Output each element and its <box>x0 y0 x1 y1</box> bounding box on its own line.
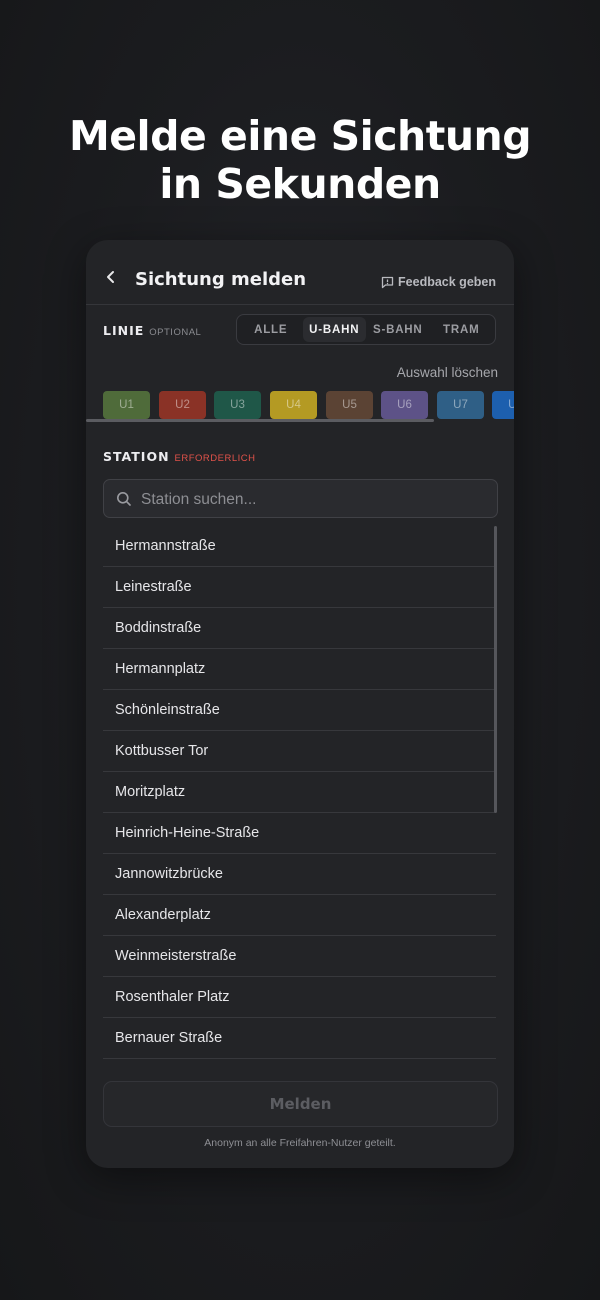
station-list: Hermannstraße Leinestraße Boddinstraße H… <box>103 526 496 1059</box>
station-required-hint: ERFORDERLICH <box>174 453 256 464</box>
tab-tram[interactable]: TRAM <box>430 317 494 342</box>
station-item[interactable]: Kottbusser Tor <box>103 731 496 772</box>
line-chip-u2[interactable]: U2 <box>159 391 206 419</box>
feedback-label: Feedback geben <box>398 275 496 289</box>
submit-report-button[interactable]: Melden <box>103 1081 498 1127</box>
station-item[interactable]: Rosenthaler Platz <box>103 977 496 1018</box>
station-item[interactable]: Schönleinstraße <box>103 690 496 731</box>
station-section-label: STATION ERFORDERLICH <box>103 449 255 464</box>
station-label: STATION <box>103 449 170 464</box>
station-item[interactable]: Weinmeisterstraße <box>103 936 496 977</box>
headline-line-1: Melde eine Sichtung <box>68 112 532 160</box>
station-search-input[interactable] <box>139 480 483 519</box>
transport-filter: ALLE U-BAHN S-BAHN TRAM <box>236 314 496 345</box>
station-item[interactable]: Heinrich-Heine-Straße <box>103 813 496 854</box>
station-item[interactable]: Hermannplatz <box>103 649 496 690</box>
tab-s-bahn[interactable]: S-BAHN <box>366 317 430 342</box>
line-chip-u8[interactable]: U8 <box>492 391 514 419</box>
station-search-box <box>103 479 498 519</box>
report-sighting-screen: Sichtung melden Feedback geben LINIE OPT… <box>86 240 514 1168</box>
station-item[interactable]: Leinestraße <box>103 567 496 608</box>
clear-selection-link[interactable]: Auswahl löschen <box>397 365 498 380</box>
tab-alle[interactable]: ALLE <box>239 317 303 342</box>
line-chip-u4[interactable]: U4 <box>270 391 317 419</box>
tab-u-bahn[interactable]: U-BAHN <box>302 317 366 342</box>
line-section-label: LINIE OPTIONAL <box>103 323 201 338</box>
station-item[interactable]: Moritzplatz <box>103 772 496 813</box>
line-chip-u7[interactable]: U7 <box>437 391 484 419</box>
feedback-icon <box>381 276 394 289</box>
back-arrow-icon[interactable] <box>104 270 118 284</box>
station-item[interactable]: Hermannstraße <box>103 526 496 567</box>
page-title: Sichtung melden <box>135 269 307 290</box>
line-chip-u5[interactable]: U5 <box>326 391 373 419</box>
search-icon <box>116 491 132 507</box>
line-label: LINIE <box>103 323 145 338</box>
station-item[interactable]: Alexanderplatz <box>103 895 496 936</box>
line-chip-u3[interactable]: U3 <box>214 391 261 419</box>
line-chip-u6[interactable]: U6 <box>381 391 428 419</box>
promo-headline: Melde eine Sichtung in Sekunden <box>0 112 600 208</box>
anonymity-note: Anonym an alle Freifahren-Nutzer geteilt… <box>204 1137 396 1149</box>
line-chip-row[interactable]: U1 U2 U3 U4 U5 U6 U7 U8 <box>103 391 514 419</box>
app-header: Sichtung melden Feedback geben <box>86 240 514 305</box>
station-list-scrollbar[interactable] <box>494 526 497 813</box>
station-item[interactable]: Boddinstraße <box>103 608 496 649</box>
feedback-button[interactable]: Feedback geben <box>381 273 496 291</box>
line-optional-hint: OPTIONAL <box>149 327 202 338</box>
line-row-scrollbar[interactable] <box>86 419 434 422</box>
line-chip-u1[interactable]: U1 <box>103 391 150 419</box>
headline-line-2: in Sekunden <box>159 160 441 208</box>
station-item[interactable]: Bernauer Straße <box>103 1018 496 1059</box>
station-item[interactable]: Jannowitzbrücke <box>103 854 496 895</box>
